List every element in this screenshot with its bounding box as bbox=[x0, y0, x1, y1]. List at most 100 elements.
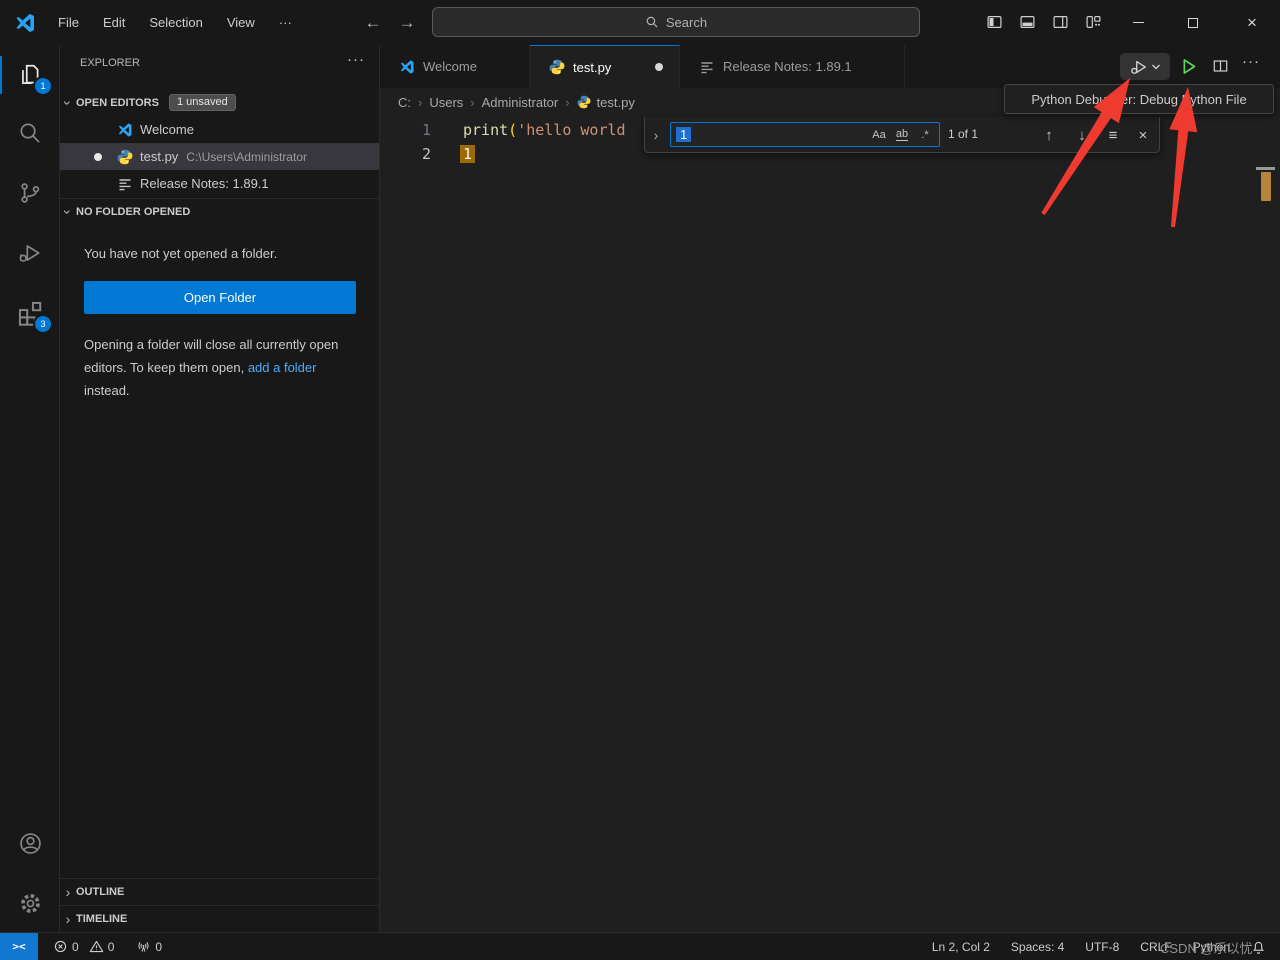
tab-label: Release Notes: 1.89.1 bbox=[723, 59, 852, 74]
toggle-panel-icon[interactable] bbox=[1019, 14, 1036, 30]
open-editor-welcome[interactable]: Welcome bbox=[60, 116, 379, 143]
ports-status[interactable]: 0 bbox=[136, 939, 162, 954]
sidebar-title: EXPLORER bbox=[80, 57, 140, 69]
tab-testpy[interactable]: test.py bbox=[530, 45, 680, 88]
minimize-icon bbox=[1133, 22, 1144, 23]
open-editor-release-notes[interactable]: Release Notes: 1.89.1 bbox=[60, 170, 379, 197]
modified-dot-icon[interactable] bbox=[655, 63, 663, 71]
open-editor-testpy[interactable]: test.pyC:\Users\Administrator bbox=[60, 143, 379, 170]
activity-bar: 1 3 bbox=[0, 45, 60, 932]
source-control-icon bbox=[17, 180, 43, 206]
menu-view[interactable]: View bbox=[215, 11, 267, 34]
debug-icon bbox=[17, 240, 43, 266]
breadcrumb-item[interactable]: C: bbox=[398, 95, 411, 110]
overview-ruler-line bbox=[1256, 167, 1275, 170]
encoding[interactable]: UTF-8 bbox=[1085, 940, 1119, 954]
regex-icon[interactable]: .* bbox=[915, 125, 935, 144]
command-center-search[interactable]: Search bbox=[432, 7, 920, 37]
find-in-selection-icon[interactable]: ≡ bbox=[1101, 123, 1125, 147]
history-forward-icon[interactable]: → bbox=[394, 10, 420, 36]
open-editors-header[interactable]: › OPEN EDITORS 1 unsaved bbox=[60, 90, 379, 115]
chevron-right-icon: › bbox=[470, 95, 474, 110]
accounts-button[interactable] bbox=[0, 819, 60, 867]
activity-source-control[interactable] bbox=[0, 169, 60, 217]
outline-section-header[interactable]: › OUTLINE bbox=[60, 878, 379, 905]
debug-python-file-button[interactable] bbox=[1120, 53, 1170, 80]
problems-status[interactable]: 0 0 bbox=[53, 939, 114, 954]
maximize-button[interactable] bbox=[1171, 0, 1215, 45]
search-icon bbox=[645, 15, 659, 29]
timeline-label: TIMELINE bbox=[76, 913, 127, 925]
close-find-icon[interactable]: × bbox=[1131, 123, 1155, 147]
vscode-window: File Edit Selection View ··· ← → Search … bbox=[0, 0, 1280, 960]
sidebar-header: EXPLORER ··· bbox=[60, 45, 379, 80]
vscode-logo-icon bbox=[117, 122, 133, 138]
chevron-down-icon: › bbox=[60, 95, 76, 111]
no-folder-note: Opening a folder will close all currentl… bbox=[84, 333, 358, 402]
chevron-right-icon: › bbox=[60, 911, 76, 927]
find-input[interactable]: 1 Aa ab .* bbox=[670, 122, 940, 147]
debug-tooltip: Python Debugger: Debug Python File bbox=[1004, 84, 1274, 114]
tab-label: test.py bbox=[573, 60, 611, 75]
activity-search[interactable] bbox=[0, 109, 60, 157]
search-icon bbox=[17, 120, 43, 146]
explorer-more-actions-icon[interactable]: ··· bbox=[347, 51, 365, 68]
tab-welcome[interactable]: Welcome bbox=[380, 45, 530, 88]
line-number[interactable]: 2 bbox=[380, 145, 431, 163]
breadcrumb-item[interactable]: test.py bbox=[597, 95, 635, 110]
editor-more-actions-icon[interactable]: ··· bbox=[1242, 53, 1260, 70]
csdn-watermark: CSDN @乐以忧 bbox=[1160, 938, 1253, 957]
modified-dot-icon[interactable] bbox=[94, 153, 102, 161]
menu-file[interactable]: File bbox=[46, 11, 91, 34]
notifications-bell-icon[interactable] bbox=[1251, 940, 1266, 955]
explorer-badge: 1 bbox=[35, 78, 51, 94]
match-case-icon[interactable]: Aa bbox=[869, 125, 889, 144]
no-folder-label: NO FOLDER OPENED bbox=[76, 206, 190, 218]
toggle-secondary-sidebar-icon[interactable] bbox=[1052, 14, 1069, 30]
explorer-sidebar: EXPLORER ··· › OPEN EDITORS 1 unsaved We… bbox=[60, 45, 380, 932]
activity-run-debug[interactable] bbox=[0, 229, 60, 277]
debug-run-icon bbox=[1130, 58, 1148, 76]
vscode-logo-icon bbox=[14, 12, 36, 34]
code-text: print('hello world bbox=[431, 121, 626, 139]
extensions-badge: 3 bbox=[35, 316, 51, 332]
activity-explorer[interactable]: 1 bbox=[0, 51, 60, 99]
activity-extensions[interactable]: 3 bbox=[0, 289, 60, 337]
add-folder-link[interactable]: add a folder bbox=[248, 360, 317, 375]
customize-layout-icon[interactable] bbox=[1085, 14, 1102, 30]
chevron-down-icon bbox=[1151, 63, 1161, 71]
maximize-icon bbox=[1188, 18, 1198, 28]
python-icon bbox=[117, 149, 133, 165]
open-editor-label: test.pyC:\Users\Administrator bbox=[140, 149, 307, 164]
radio-tower-icon bbox=[136, 939, 151, 954]
no-folder-header[interactable]: › NO FOLDER OPENED bbox=[60, 198, 379, 225]
line-number[interactable]: 1 bbox=[380, 121, 431, 139]
whole-word-icon[interactable]: ab bbox=[892, 125, 912, 144]
search-placeholder: Search bbox=[666, 15, 707, 30]
remote-indicator[interactable]: >< bbox=[0, 933, 38, 960]
indentation[interactable]: Spaces: 4 bbox=[1011, 940, 1064, 954]
previous-match-icon[interactable]: ↑ bbox=[1037, 123, 1061, 147]
close-button[interactable]: × bbox=[1230, 0, 1274, 45]
code-text: 1 bbox=[431, 145, 475, 163]
chevron-right-icon: › bbox=[418, 95, 422, 110]
toggle-sidebar-icon[interactable] bbox=[986, 14, 1003, 30]
menu-more-icon[interactable]: ··· bbox=[267, 11, 304, 34]
timeline-section-header[interactable]: › TIMELINE bbox=[60, 905, 379, 932]
breadcrumb-item[interactable]: Administrator bbox=[482, 95, 559, 110]
cursor-position[interactable]: Ln 2, Col 2 bbox=[932, 940, 990, 954]
minimize-button[interactable] bbox=[1116, 0, 1160, 45]
menu-selection[interactable]: Selection bbox=[137, 11, 214, 34]
next-match-icon[interactable]: ↓ bbox=[1070, 123, 1094, 147]
run-python-file-button[interactable] bbox=[1179, 57, 1198, 76]
file-path: C:\Users\Administrator bbox=[186, 150, 307, 164]
settings-button[interactable] bbox=[0, 879, 60, 927]
split-editor-icon[interactable] bbox=[1212, 58, 1229, 74]
release-notes-icon bbox=[699, 59, 715, 75]
toggle-replace-icon[interactable]: › bbox=[645, 117, 667, 152]
tab-release-notes[interactable]: Release Notes: 1.89.1 bbox=[680, 45, 905, 88]
open-folder-button[interactable]: Open Folder bbox=[84, 281, 356, 314]
breadcrumb-item[interactable]: Users bbox=[429, 95, 463, 110]
menu-edit[interactable]: Edit bbox=[91, 11, 137, 34]
history-back-icon[interactable]: ← bbox=[360, 10, 386, 36]
